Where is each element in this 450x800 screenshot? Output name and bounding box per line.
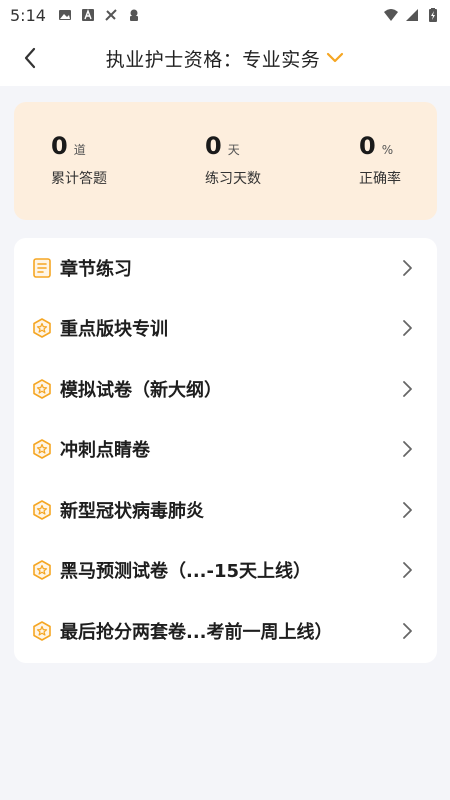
chevron-right-icon (403, 562, 412, 578)
badge-star-icon (31, 620, 53, 642)
chevron-right-icon (403, 260, 412, 276)
stat-value: 0 (205, 132, 222, 160)
chevron-right-icon (403, 623, 412, 639)
badge-star-icon (31, 499, 53, 521)
menu-item-label: 重点版块专训 (60, 319, 168, 340)
menu-item-label: 模拟试卷（新大纲） (60, 380, 222, 401)
menu-item-covid[interactable]: 新型冠状病毒肺炎 (14, 480, 437, 540)
chevron-right-icon (403, 502, 412, 518)
badge-star-icon (31, 378, 53, 400)
menu-item-label: 章节练习 (60, 259, 132, 280)
badge-star-icon (31, 317, 53, 339)
stat-label: 累计答题 (51, 171, 107, 187)
stat-unit: 道 (73, 143, 86, 157)
status-time: 5:14 (10, 5, 46, 25)
stat-value: 0 (51, 132, 68, 160)
status-bar: 5:14 (0, 0, 450, 30)
stat-total-answered: 0 道 累计答题 (51, 132, 107, 188)
menu-item-final-exam[interactable]: 最后抢分两套卷...考前一周上线） (14, 601, 437, 661)
badge-star-icon (31, 438, 53, 460)
chevron-left-icon (24, 47, 36, 69)
stat-accuracy: 0 % 正确率 (359, 132, 401, 188)
stat-label: 练习天数 (205, 171, 261, 187)
menu-item-label: 新型冠状病毒肺炎 (60, 501, 204, 522)
practice-menu: 章节练习 重点版块专训 模拟试卷（新大纲） 冲刺点睛卷 新型冠状病毒肺炎 黑马预… (14, 238, 437, 663)
header: 执业护士资格：专业实务 (0, 30, 450, 86)
document-icon (31, 257, 53, 279)
menu-item-chapter-practice[interactable]: 章节练习 (14, 238, 437, 298)
font-app-icon (81, 9, 94, 21)
signal-icon (406, 9, 418, 21)
notification-icons (58, 8, 141, 22)
menu-item-label: 最后抢分两套卷...考前一周上线） (60, 622, 333, 643)
menu-item-mock-exam[interactable]: 模拟试卷（新大纲） (14, 359, 437, 419)
page-title: 执业护士资格：专业实务 (105, 48, 321, 71)
battery-icon (429, 8, 437, 22)
stat-label: 正确率 (359, 171, 401, 187)
menu-item-sprint-exam[interactable]: 冲刺点睛卷 (14, 419, 437, 479)
menu-item-prediction-exam[interactable]: 黑马预测试卷（...-15天上线） (14, 540, 437, 600)
app-notification-icon (129, 9, 138, 21)
stat-unit: % (381, 143, 394, 157)
menu-item-key-sections[interactable]: 重点版块专训 (14, 298, 437, 358)
back-button[interactable] (14, 42, 46, 74)
chevron-right-icon (403, 320, 412, 336)
menu-item-label: 黑马预测试卷（...-15天上线） (60, 561, 312, 582)
stat-unit: 天 (227, 143, 240, 157)
tools-icon (105, 9, 117, 21)
wifi-icon (384, 9, 398, 21)
stats-card: 0 道 累计答题 0 天 练习天数 0 % 正确率 (14, 102, 437, 220)
chevron-down-icon (327, 52, 344, 63)
chevron-right-icon (403, 441, 412, 457)
badge-star-icon (31, 559, 53, 581)
chevron-right-icon (403, 381, 412, 397)
system-icons (384, 8, 440, 22)
menu-item-label: 冲刺点睛卷 (60, 440, 150, 461)
stat-practice-days: 0 天 练习天数 (205, 132, 261, 188)
image-icon (58, 10, 71, 20)
subject-selector[interactable]: 执业护士资格：专业实务 (106, 45, 345, 72)
stat-value: 0 (359, 132, 376, 160)
